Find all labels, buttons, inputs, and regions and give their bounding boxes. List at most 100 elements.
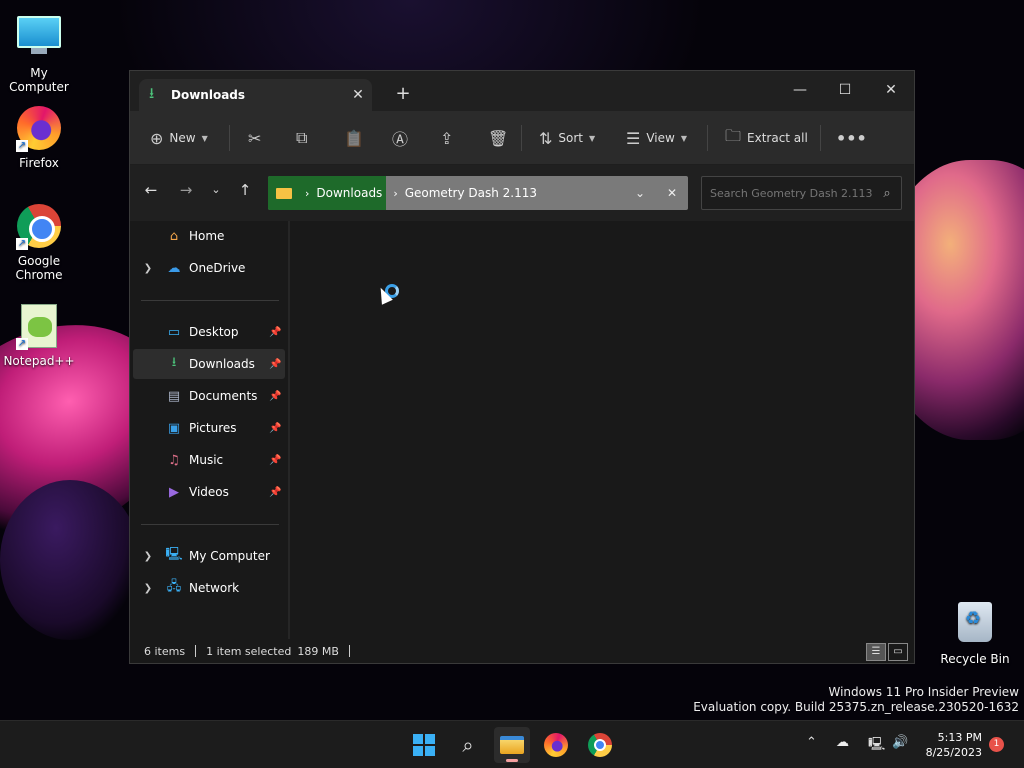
desktop-icon: ▭ [167,324,181,340]
sidebar-item-pictures[interactable]: ▣ Pictures 📌 [133,413,285,443]
clock-date: 8/25/2023 [925,746,982,759]
pin-icon: 📌 [269,326,282,338]
network-status-icon[interactable]: 🖳 [868,735,885,757]
status-bar: 6 items 1 item selected 189 MB ☰ ▭ [130,639,914,663]
search-button[interactable]: ⌕ [450,727,486,763]
chrome-icon: ↗ [16,204,62,250]
sidebar-item-label: Videos [189,485,229,499]
taskbar-file-explorer[interactable] [494,727,530,763]
pin-icon: 📌 [269,486,282,498]
desktop-icon-firefox[interactable]: ↗ Firefox [1,106,77,170]
cloud-icon: ☁ [167,260,181,276]
new-tab-icon[interactable]: + [392,83,414,104]
sort-button[interactable]: ⇅ Sort ▼ [539,123,595,153]
sidebar-item-music[interactable]: ♫ Music 📌 [133,445,285,475]
volume-icon[interactable]: 🔊 [892,735,908,750]
chrome-icon [588,733,612,757]
address-bar[interactable]: › Downloads › Geometry Dash 2.113 ⌄ ✕ [268,176,688,210]
recycle-bin-icon [952,602,998,648]
file-list-area[interactable] [290,221,914,639]
search-icon[interactable]: ⌕ [873,186,901,201]
home-icon: ⌂ [169,228,179,244]
clock-time: 5:13 PM [937,731,982,744]
rename-button[interactable]: Ⓐ [392,123,414,153]
cut-button[interactable]: ✂ [248,123,267,153]
notification-badge[interactable]: 1 [989,737,1004,752]
close-tab-icon[interactable]: ✕ [344,87,372,103]
minimize-button[interactable]: — [777,75,823,105]
address-clear-icon[interactable]: ✕ [656,186,688,200]
details-view-icon[interactable]: ☰ [866,643,886,661]
search-box[interactable]: ⌕ [701,176,902,210]
sidebar-item-label: OneDrive [189,261,246,275]
address-row: ← → ⌄ ↑ › Downloads › Geometry Dash 2.11… [130,165,914,221]
close-window-button[interactable]: ✕ [868,75,914,105]
desktop-icon-chrome[interactable]: ↗ Google Chrome [1,204,77,282]
maximize-button[interactable]: ☐ [822,75,868,105]
desktop-icon-notepadpp[interactable]: ↗ Notepad++ [1,304,77,368]
status-item-count: 6 items [144,644,186,658]
download-icon: ⭳ [171,355,177,370]
desktop-icon-my-computer[interactable]: My Computer [1,10,77,94]
more-options-button[interactable]: ••• [836,123,873,153]
sidebar-item-label: Downloads [189,357,255,371]
wallpaper-bloom-left-shadow [0,480,140,640]
firefox-icon: ↗ [16,106,62,152]
windows-logo-icon [413,734,435,756]
address-dropdown-icon[interactable]: ⌄ [624,186,656,200]
sidebar-item-home[interactable]: ⌂ Home [133,221,285,251]
expand-chevron-icon[interactable]: ❯ [133,263,163,274]
breadcrumb-current-folder[interactable]: Geometry Dash 2.113 [405,186,537,200]
tab-downloads[interactable]: ⭳ Downloads ✕ [139,79,372,111]
desktop-icon-recycle-bin[interactable]: Recycle Bin [937,598,1013,666]
pin-icon: 📌 [269,422,282,434]
rename-icon: Ⓐ [392,130,409,149]
forward-button[interactable]: → [174,181,198,199]
share-button[interactable]: ⇪ [440,123,459,153]
sidebar-item-documents[interactable]: ▤ Documents 📌 [133,381,285,411]
sidebar-item-my-computer[interactable]: ❯ 🖳 My Computer [133,541,285,571]
taskbar-firefox[interactable] [538,727,574,763]
sidebar-item-label: Pictures [189,421,237,435]
paste-button[interactable]: 📋 [344,123,370,153]
chevron-right-icon: › [393,186,398,200]
music-icon: ♫ [168,452,180,468]
trash-icon: 🗑 [488,128,509,148]
view-button[interactable]: ☰ View ▼ [626,123,687,153]
clock[interactable]: 5:13 PM 8/25/2023 [926,730,982,760]
sidebar-item-desktop[interactable]: ▭ Desktop 📌 [133,317,285,347]
copy-button[interactable]: ⧉ [296,123,313,153]
extract-all-button[interactable]: 🗀 Extract all [725,123,808,153]
tiles-view-icon[interactable]: ▭ [888,643,908,661]
taskbar-chrome[interactable] [582,727,618,763]
extract-folder-icon: 🗀 [725,125,742,145]
delete-button[interactable]: 🗑 [488,123,514,153]
shortcut-arrow-icon: ↗ [16,338,28,350]
sidebar-item-downloads[interactable]: ⭳ Downloads 📌 [133,349,285,379]
pin-icon: 📌 [269,454,282,466]
plus-circle-icon: ⊕ [150,128,164,148]
back-button[interactable]: ← [139,181,163,199]
command-bar: ⊕ New ▼ ✂ ⧉ 📋 Ⓐ ⇪ 🗑 ⇅ Sort ▼ ☰ View ▼ 🗀 … [130,111,914,165]
up-button[interactable]: ↑ [233,181,257,199]
sidebar-item-label: Desktop [189,325,239,339]
chevron-down-icon: ▼ [589,133,596,143]
sidebar-item-videos[interactable]: ▶ Videos 📌 [133,477,285,507]
sidebar-item-network[interactable]: ❯ 🖧 Network [133,573,285,603]
recent-locations-button[interactable]: ⌄ [204,183,228,196]
expand-chevron-icon[interactable]: ❯ [133,583,163,594]
address-selection: › Downloads [268,176,387,210]
expand-chevron-icon[interactable]: ❯ [133,551,163,562]
onedrive-status-icon[interactable]: ☁ [836,735,849,750]
chevron-down-icon: ▼ [201,133,208,143]
sidebar-item-onedrive[interactable]: ❯ ☁ OneDrive [133,253,285,283]
search-input[interactable] [710,186,873,200]
desktop-icon-label: Firefox [19,156,59,170]
breadcrumb-downloads[interactable]: Downloads [316,186,382,200]
tab-label: Downloads [171,88,246,102]
title-bar[interactable]: ⭳ Downloads ✕ + — ☐ ✕ [130,71,914,111]
new-button[interactable]: ⊕ New ▼ [150,123,208,153]
start-button[interactable] [406,727,442,763]
monitor-icon [16,16,62,62]
show-hidden-icons-button[interactable]: ⌃ [806,735,817,750]
